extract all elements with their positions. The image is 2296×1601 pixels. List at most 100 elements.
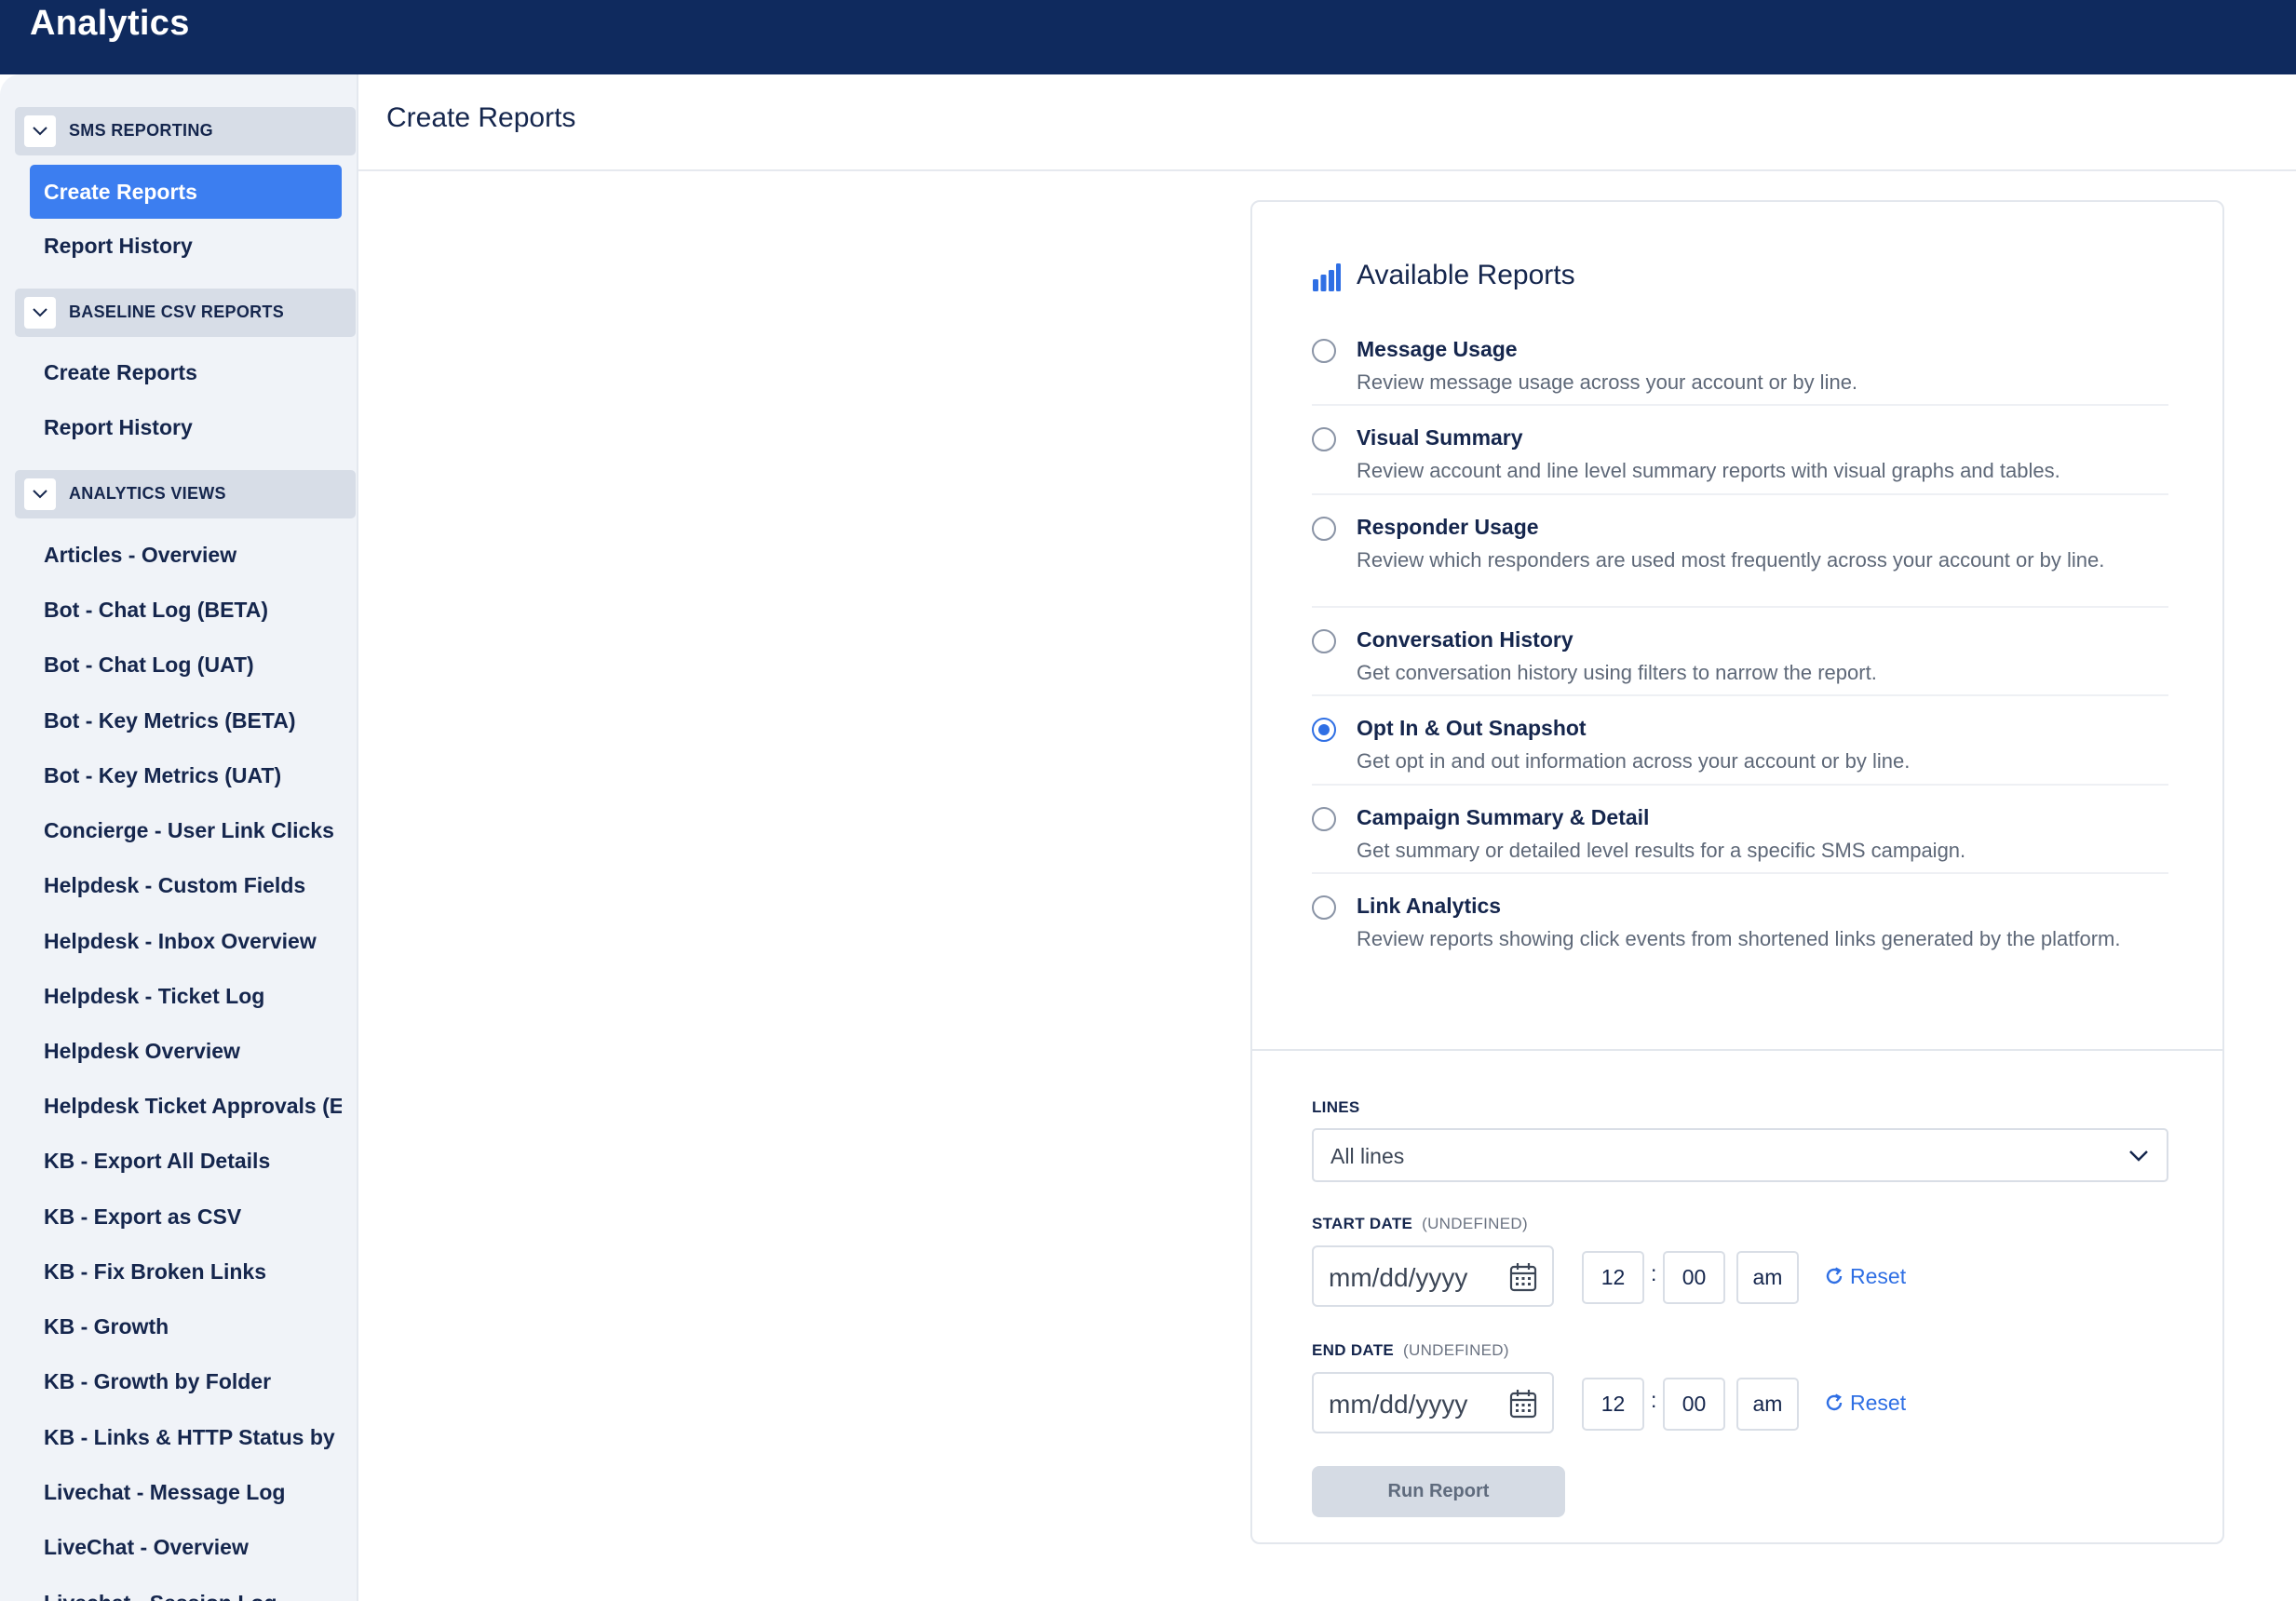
divider — [1312, 404, 2168, 406]
sidebar-item-view[interactable]: KB - Export as CSV — [30, 1190, 342, 1244]
bar-chart-icon — [1313, 263, 1341, 291]
sidebar-item-label: Bot - Chat Log (UAT) — [44, 653, 254, 677]
end-date-placeholder: mm/dd/yyyy — [1329, 1390, 1468, 1419]
calendar-icon[interactable] — [1509, 1389, 1537, 1419]
report-name: Visual Summary — [1357, 425, 1523, 450]
end-reset-button[interactable]: Reset — [1824, 1391, 1906, 1416]
sidebar-item-view[interactable]: Helpdesk - Inbox Overview — [30, 914, 342, 968]
section-label: BASELINE CSV REPORTS — [69, 303, 285, 321]
time-separator: : — [1651, 1388, 1657, 1412]
section-baseline-csv-reports[interactable]: BASELINE CSV REPORTS — [15, 289, 356, 337]
end-minute-input[interactable]: 00 — [1663, 1378, 1725, 1431]
sidebar-item-view[interactable]: Concierge - User Link Clicks — [30, 803, 342, 857]
sidebar-item-view[interactable]: Bot - Chat Log (UAT) — [30, 638, 342, 692]
sidebar-item-view[interactable]: Helpdesk Ticket Approvals (E — [30, 1079, 342, 1133]
start-date-input[interactable]: mm/dd/yyyy — [1312, 1245, 1554, 1307]
sidebar-item-label: Helpdesk Ticket Approvals (E — [44, 1094, 342, 1118]
sidebar-item-label: Helpdesk - Custom Fields — [44, 873, 306, 897]
sidebar-item-view[interactable]: Bot - Key Metrics (BETA) — [30, 693, 342, 747]
lines-label: LINES — [1312, 1098, 1360, 1117]
radio-button-checked[interactable] — [1312, 718, 1336, 742]
report-name: Conversation History — [1357, 627, 1573, 652]
run-report-button[interactable]: Run Report — [1312, 1466, 1565, 1517]
sidebar-item-label: Articles - Overview — [44, 543, 237, 567]
sidebar-item-csv-report-history[interactable]: Report History — [30, 400, 342, 454]
sidebar-item-report-history[interactable]: Report History — [30, 219, 342, 273]
calendar-icon[interactable] — [1509, 1262, 1537, 1292]
sidebar-item-label: Bot - Key Metrics (BETA) — [44, 708, 296, 733]
report-name: Opt In & Out Snapshot — [1357, 716, 1587, 740]
sidebar-item-label: KB - Fix Broken Links — [44, 1259, 266, 1284]
reset-label: Reset — [1850, 1391, 1907, 1415]
radio-button[interactable] — [1312, 517, 1336, 541]
report-description: Review message usage across your account… — [1357, 370, 1858, 394]
sidebar-item-view[interactable]: Livechat - Message Log — [30, 1465, 342, 1519]
sidebar-item-view[interactable]: Livechat - Session Log — [30, 1576, 342, 1601]
chevron-down-icon[interactable] — [24, 478, 56, 510]
sidebar-item-label: Create Reports — [44, 360, 197, 384]
sidebar-item-label: Livechat - Session Log — [30, 1576, 342, 1601]
radio-button[interactable] — [1312, 339, 1336, 363]
sidebar-item-view[interactable]: Articles - Overview — [30, 528, 342, 582]
end-date-sublabel: (UNDEFINED) — [1403, 1341, 1509, 1359]
lines-select[interactable]: All lines — [1312, 1128, 2168, 1182]
start-reset-button[interactable]: Reset — [1824, 1264, 1906, 1289]
sidebar-item-label: Concierge - User Link Clicks — [44, 818, 334, 842]
sidebar-item-view[interactable]: Bot - Key Metrics (UAT) — [30, 748, 342, 802]
report-description: Get conversation history using filters t… — [1357, 661, 1877, 684]
divider — [1312, 872, 2168, 874]
report-name: Message Usage — [1357, 337, 1518, 361]
refresh-icon — [1826, 1267, 1843, 1285]
sidebar-item-view[interactable]: Bot - Chat Log (BETA) — [30, 583, 342, 637]
sidebar-item-label: Bot - Key Metrics (UAT) — [44, 763, 282, 787]
sidebar-item-label: Helpdesk - Ticket Log — [44, 984, 265, 1008]
card-title: Available Reports — [1357, 260, 1575, 290]
section-sms-reporting[interactable]: SMS REPORTING — [15, 107, 356, 155]
end-ampm-select[interactable]: am — [1736, 1378, 1799, 1431]
sidebar-item-view[interactable]: KB - Export All Details — [30, 1134, 342, 1188]
section-analytics-views[interactable]: ANALYTICS VIEWS — [15, 470, 356, 518]
sidebar-item-view[interactable]: KB - Growth — [30, 1299, 342, 1353]
sidebar-item-create-reports[interactable]: Create Reports — [30, 165, 342, 219]
sidebar-item-view[interactable]: KB - Fix Broken Links — [30, 1244, 342, 1298]
report-description: Get opt in and out information across yo… — [1357, 749, 1911, 773]
start-hour-input[interactable]: 12 — [1582, 1251, 1644, 1304]
chevron-down-icon[interactable] — [24, 115, 56, 147]
sidebar-item-label: Report History — [44, 234, 193, 258]
report-description: Review reports showing click events from… — [1357, 927, 2121, 950]
sidebar-item-view[interactable]: LiveChat - Overview — [30, 1520, 342, 1574]
sidebar-item-label: Livechat - Message Log — [44, 1480, 286, 1504]
reset-label: Reset — [1850, 1264, 1907, 1288]
end-hour-input[interactable]: 12 — [1582, 1378, 1644, 1431]
sidebar-item-csv-create-reports[interactable]: Create Reports — [30, 345, 342, 399]
radio-button[interactable] — [1312, 629, 1336, 653]
sidebar-item-label: Helpdesk Overview — [44, 1039, 240, 1063]
section-label: ANALYTICS VIEWS — [69, 484, 226, 503]
start-ampm-select[interactable]: am — [1736, 1251, 1799, 1304]
end-date-input[interactable]: mm/dd/yyyy — [1312, 1372, 1554, 1433]
divider — [1312, 493, 2168, 495]
sidebar-item-label: LiveChat - Overview — [44, 1535, 249, 1559]
sidebar-item-view[interactable]: Helpdesk - Custom Fields — [30, 858, 342, 912]
report-description: Get summary or detailed level results fo… — [1357, 839, 1966, 862]
sidebar-item-view[interactable]: KB - Growth by Folder — [30, 1354, 342, 1408]
chevron-down-icon[interactable] — [24, 297, 56, 329]
sidebar-item-view[interactable]: Helpdesk Overview — [30, 1024, 342, 1078]
main-header: Create Reports — [358, 74, 2296, 171]
start-date-sublabel: (UNDEFINED) — [1422, 1215, 1528, 1232]
radio-button[interactable] — [1312, 807, 1336, 831]
sidebar-item-label: Report History — [44, 415, 193, 439]
start-minute-input[interactable]: 00 — [1663, 1251, 1725, 1304]
sidebar-item-label: KB - Links & HTTP Status by D — [44, 1425, 342, 1449]
radio-button[interactable] — [1312, 427, 1336, 451]
end-date-label-text: END DATE — [1312, 1341, 1395, 1359]
available-reports-card: Available Reports Message Usage Review m… — [1250, 200, 2224, 1544]
radio-button[interactable] — [1312, 895, 1336, 920]
sidebar-item-view[interactable]: Helpdesk - Ticket Log — [30, 969, 342, 1023]
sidebar: SMS REPORTING Create Reports Report Hist… — [0, 74, 358, 1601]
page-title: Create Reports — [386, 102, 576, 133]
report-name: Link Analytics — [1357, 894, 1502, 918]
sidebar-item-view[interactable]: KB - Links & HTTP Status by D — [30, 1410, 342, 1464]
card-divider — [1252, 1049, 2222, 1051]
report-description: Review which responders are used most fr… — [1357, 548, 2105, 572]
